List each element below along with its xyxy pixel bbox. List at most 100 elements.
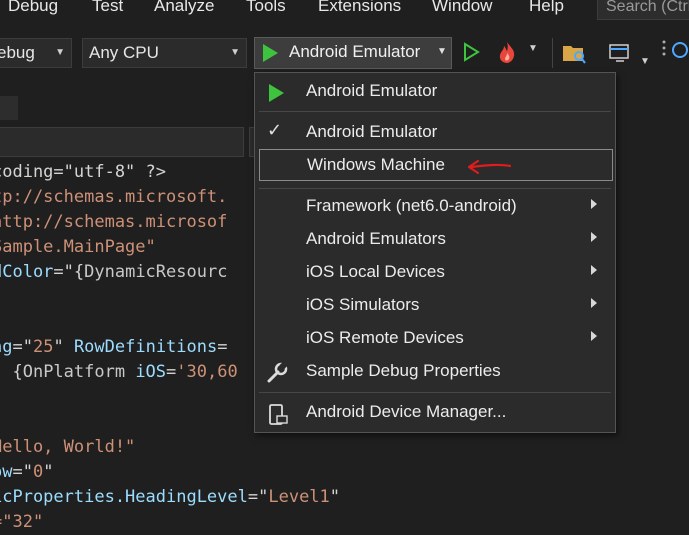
code-token: tp://schemas.microsoft. (0, 187, 228, 207)
configuration-combo[interactable]: ebug ▼ (0, 38, 72, 68)
menu-item-label: Android Device Manager... (306, 402, 507, 421)
menu-debug[interactable]: Debug (8, 0, 58, 16)
code-token: RowDefinitions (73, 337, 218, 357)
editor-tab[interactable] (0, 96, 18, 120)
code-token: http://schemas.microsof (0, 212, 228, 232)
code-token: =" (12, 337, 33, 357)
toolbar-divider (552, 38, 553, 68)
code-line[interactable]: {OnPlatform iOS='30,60 (0, 360, 238, 385)
device-window-icon[interactable] (608, 42, 632, 64)
menu-item-debug-properties[interactable]: Sample Debug Properties (255, 357, 615, 387)
code-token: ="{ (53, 262, 85, 282)
menu-item-label: iOS Remote Devices (306, 328, 464, 347)
submenu-arrow-icon (591, 232, 597, 242)
code-token: ="32" (0, 512, 44, 532)
menu-item-android-emulators[interactable]: Android Emulators (255, 225, 615, 255)
menu-test[interactable]: Test (92, 0, 123, 16)
code-token: " (329, 487, 341, 507)
menu-separator (259, 392, 611, 393)
code-token: 0 (32, 462, 44, 482)
code-token: Sample.MainPage" (0, 237, 156, 257)
code-line[interactable]: ng="25" RowDefinitions= (0, 335, 227, 360)
code-token: iOS (135, 362, 167, 382)
submenu-arrow-icon (591, 298, 597, 308)
menu-item-android-emulator-selected[interactable]: ✓ Android Emulator (255, 118, 615, 148)
menu-item-label: iOS Simulators (306, 295, 420, 314)
menu-bar: Debug Test Analyze Tools Extensions Wind… (0, 0, 689, 20)
menu-item-label: iOS Local Devices (306, 262, 445, 281)
chevron-down-icon: ▼ (230, 47, 240, 58)
chevron-down-icon[interactable]: ▼ (528, 43, 538, 54)
menu-window[interactable]: Window (432, 0, 492, 16)
menu-separator (259, 188, 611, 189)
code-token: " (53, 337, 74, 357)
code-line[interactable]: tp://schemas.microsoft. (0, 185, 227, 210)
menu-item-ios-simulators[interactable]: iOS Simulators (255, 291, 615, 321)
menu-item-label: Windows Machine (307, 155, 445, 174)
play-icon (269, 84, 284, 102)
annotation-arrow-icon (467, 159, 512, 175)
code-token: DynamicResourc (84, 262, 228, 282)
run-target-dropdown: Android Emulator ✓ Android Emulator Wind… (254, 72, 616, 433)
code-token: ng (0, 337, 13, 357)
code-token: " (43, 462, 54, 482)
play-icon (263, 44, 278, 62)
code-token: =" (12, 462, 33, 482)
submenu-arrow-icon (591, 265, 597, 275)
code-token: '30,60 (176, 362, 238, 382)
device-manager-icon (269, 404, 288, 425)
menu-analyze[interactable]: Analyze (154, 0, 214, 16)
configuration-value: ebug (0, 43, 35, 62)
start-without-debugging-icon[interactable] (462, 42, 480, 62)
menu-separator (259, 111, 611, 112)
menu-item-android-emulator-run[interactable]: Android Emulator (255, 77, 615, 107)
nav-scope-combo[interactable] (0, 127, 244, 157)
menu-help[interactable]: Help (529, 0, 564, 16)
code-token: = (217, 337, 228, 357)
checkmark-icon: ✓ (267, 120, 283, 140)
code-token: OnPlatform (22, 362, 136, 382)
menu-item-label: Android Emulators (306, 229, 446, 248)
menu-item-ios-local-devices[interactable]: iOS Local Devices (255, 258, 615, 288)
code-line[interactable]: http://schemas.microsof (0, 210, 227, 235)
hot-reload-icon[interactable] (496, 40, 518, 64)
chevron-down-icon[interactable]: ▼ (640, 56, 650, 67)
menu-item-label: Framework (net6.0-android) (306, 196, 517, 215)
run-target-label: Android Emulator (289, 42, 421, 61)
wrench-icon (267, 362, 288, 383)
platform-value: Any CPU (89, 43, 159, 62)
run-target-button[interactable]: Android Emulator ▼ (254, 37, 452, 69)
platform-combo[interactable]: Any CPU ▼ (82, 38, 247, 68)
code-token: coding="utf-8" ?> (0, 162, 166, 182)
code-line[interactable]: Hello, World!" (0, 435, 135, 460)
code-token: icProperties.HeadingLevel (0, 487, 248, 507)
menu-item-label: Android Emulator (306, 122, 438, 141)
folder-search-icon[interactable] (562, 42, 586, 64)
overflow-icon[interactable] (660, 38, 689, 64)
menu-item-label: Android Emulator (306, 81, 438, 100)
menu-item-windows-machine[interactable]: Windows Machine (259, 149, 613, 181)
code-line[interactable]: coding="utf-8" ?> (0, 160, 166, 185)
menu-item-android-device-manager[interactable]: Android Device Manager... (255, 398, 615, 428)
menu-item-ios-remote-devices[interactable]: iOS Remote Devices (255, 324, 615, 354)
code-line[interactable]: dColor="{DynamicResourc (0, 260, 227, 285)
code-line[interactable]: ="32" (0, 510, 43, 535)
code-line[interactable]: icProperties.HeadingLevel="Level1" (0, 485, 340, 510)
code-token: { (12, 362, 23, 382)
menu-extensions[interactable]: Extensions (318, 0, 401, 16)
code-token: =" (247, 487, 269, 507)
submenu-arrow-icon (591, 331, 597, 341)
code-token: Level1 (268, 487, 330, 507)
code-line[interactable]: ow="0" (0, 460, 53, 485)
menu-tools[interactable]: Tools (246, 0, 286, 16)
menu-item-label: Sample Debug Properties (306, 361, 501, 380)
code-token: ow (0, 462, 13, 482)
menu-item-framework[interactable]: Framework (net6.0-android) (255, 192, 615, 222)
code-token: = (166, 362, 177, 382)
chevron-down-icon[interactable]: ▼ (437, 46, 447, 57)
chevron-down-icon: ▼ (55, 47, 65, 58)
search-input[interactable]: Search (Ctrl+Q) (597, 0, 689, 20)
code-line[interactable]: Sample.MainPage" (0, 235, 156, 260)
code-token: 25 (32, 337, 54, 357)
code-token: dColor (0, 262, 54, 282)
